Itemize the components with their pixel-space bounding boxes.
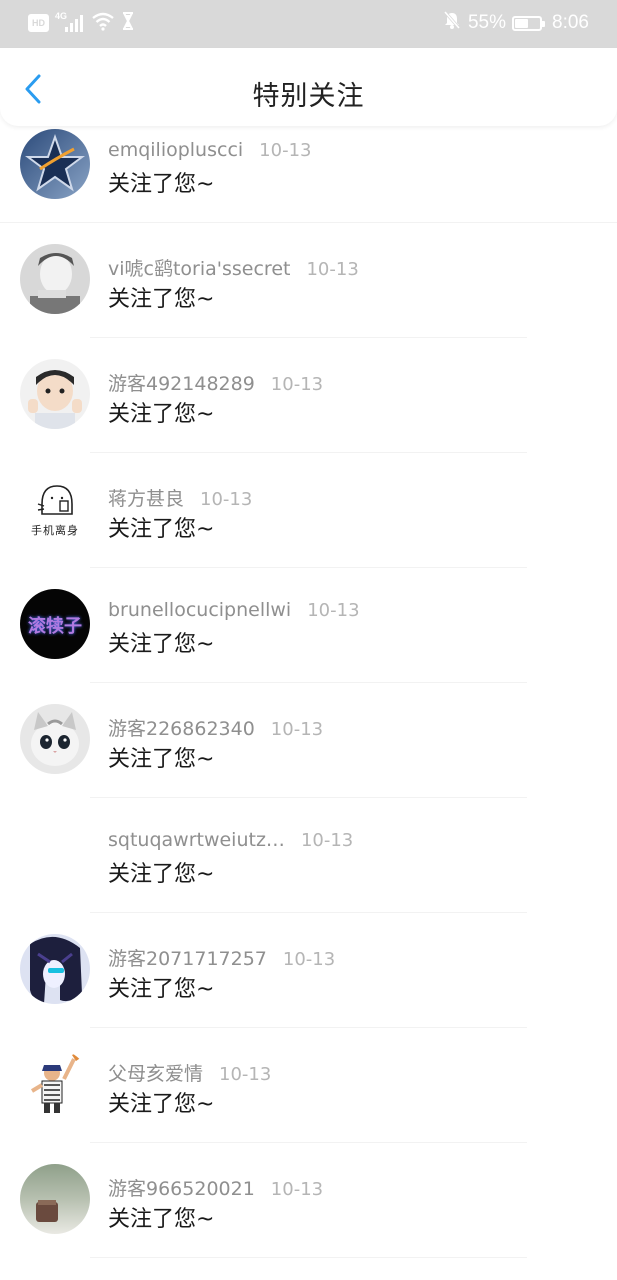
- user-name[interactable]: 游客966520021 10-13: [108, 1174, 323, 1201]
- avatar[interactable]: [20, 359, 90, 429]
- user-name-text: 父母亥爱情: [108, 1063, 204, 1085]
- avatar[interactable]: [20, 704, 90, 774]
- user-name-text: emqilioplusсci: [108, 139, 244, 161]
- avatar[interactable]: 滚犊子: [20, 589, 90, 659]
- list-item[interactable]: 游客966520021 10-13 关注了您~: [0, 1143, 617, 1258]
- user-name[interactable]: 父母亥爱情 10-13: [108, 1059, 271, 1086]
- message-text: 关注了您~: [108, 977, 215, 1002]
- message-text: 关注了您~: [108, 287, 215, 312]
- divider: [90, 1257, 527, 1258]
- user-name[interactable]: brunellocucipnellwi 10-13: [108, 599, 360, 621]
- list-item[interactable]: 游客492148289 10-13 关注了您~: [0, 338, 617, 453]
- message-text: 关注了您~: [108, 172, 215, 197]
- clock: 8:06: [552, 12, 589, 33]
- list-item[interactable]: 游客2071717257 10-13 关注了您~: [0, 913, 617, 1028]
- avatar[interactable]: [20, 1049, 90, 1119]
- avatar[interactable]: [20, 244, 90, 314]
- page-header: 特别关注: [0, 48, 617, 126]
- timestamp: 10-13: [270, 374, 324, 395]
- list-item[interactable]: 游客226862340 10-13 关注了您~: [0, 683, 617, 798]
- status-bar: HD 4G 55% 8:06: [0, 0, 617, 48]
- status-right: 55% 8:06: [442, 11, 589, 35]
- page-title: 特别关注: [252, 81, 365, 112]
- list-item[interactable]: 手机离身 蒋方甚良 10-13 关注了您~: [0, 453, 617, 568]
- list-item[interactable]: 父母亥爱情 10-13 关注了您~: [0, 1028, 617, 1143]
- message-text: 关注了您~: [108, 1207, 215, 1232]
- timestamp: 10-13: [270, 719, 324, 740]
- user-name[interactable]: 游客492148289 10-13: [108, 369, 323, 396]
- timestamp: 10-13: [259, 140, 312, 161]
- timestamp: 10-13: [282, 949, 336, 970]
- message-text: 关注了您~: [108, 632, 215, 657]
- hourglass-icon: [121, 11, 135, 36]
- list-item[interactable]: 滚犊子 brunellocucipnellwi 10-13 关注了您~: [0, 568, 617, 683]
- user-name[interactable]: sqtuqawrtweiutz… 10-13: [108, 829, 353, 851]
- user-name[interactable]: 游客226862340 10-13: [108, 714, 323, 741]
- user-name[interactable]: 游客2071717257 10-13: [108, 944, 335, 971]
- timestamp: 10-13: [270, 1179, 324, 1200]
- timestamp: 10-13: [200, 489, 253, 510]
- user-name-text: brunellocucipnellwi: [108, 599, 292, 621]
- avatar-text: 滚犊子: [28, 616, 82, 637]
- list-item[interactable]: vi唬c鹞toria'ssecret 10-13 关注了您~: [0, 223, 617, 338]
- user-name-text: 游客2071717257: [108, 948, 267, 970]
- timestamp: 10-13: [306, 259, 359, 280]
- mute-bell-icon: [442, 10, 462, 36]
- battery-icon: [512, 15, 546, 31]
- message-text: 关注了您~: [108, 747, 215, 772]
- timestamp: 10-13: [307, 600, 360, 621]
- avatar-text: 手机离身: [31, 524, 79, 537]
- wifi-icon: [91, 11, 115, 36]
- notification-list: emqilioplusсci 10-13 关注了您~ vi唬c鹞toria'ssecr…: [0, 108, 617, 1258]
- message-text: 关注了您~: [108, 517, 215, 542]
- user-name-text: 蒋方甚良: [108, 488, 185, 510]
- battery-percent: 55%: [467, 12, 507, 33]
- avatar[interactable]: [20, 934, 90, 1004]
- avatar[interactable]: [20, 819, 90, 889]
- list-item[interactable]: sqtuqawrtweiutz… 10-13 关注了您~: [0, 798, 617, 913]
- user-name-text: sqtuqawrtweiutz…: [108, 829, 285, 851]
- user-name[interactable]: emqilioplusсci 10-13: [108, 139, 311, 161]
- user-name[interactable]: 蒋方甚良 10-13: [108, 484, 252, 511]
- user-name-text: 游客966520021: [108, 1178, 255, 1200]
- user-name-text: vi唬c鹞toria'ssecret: [108, 258, 291, 280]
- avatar[interactable]: [20, 1164, 90, 1234]
- battery-fill: [515, 18, 529, 28]
- hd-icon: HD: [28, 14, 49, 32]
- status-left: HD 4G: [28, 11, 135, 36]
- message-text: 关注了您~: [108, 862, 215, 887]
- avatar[interactable]: 手机离身: [20, 474, 90, 544]
- user-name-text: 游客492148289: [108, 373, 255, 395]
- user-name[interactable]: vi唬c鹞toria'ssecret 10-13: [108, 254, 359, 281]
- timestamp: 10-13: [219, 1064, 272, 1085]
- message-text: 关注了您~: [108, 1092, 215, 1117]
- user-name-text: 游客226862340: [108, 718, 255, 740]
- signal-icon: 4G: [55, 11, 85, 33]
- message-text: 关注了您~: [108, 402, 215, 427]
- avatar[interactable]: [20, 129, 90, 199]
- timestamp: 10-13: [300, 830, 354, 851]
